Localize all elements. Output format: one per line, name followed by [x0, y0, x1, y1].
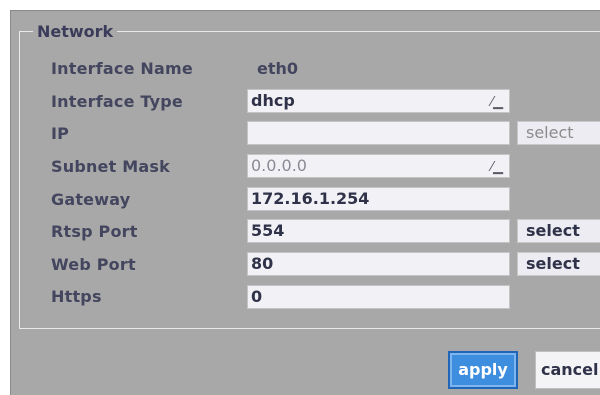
gateway-label: Gateway	[51, 190, 131, 209]
apply-button[interactable]: apply	[448, 351, 518, 389]
gateway-input[interactable]: 172.16.1.254	[247, 187, 510, 211]
web-port-label: Web Port	[51, 255, 136, 274]
web-port-select-button[interactable]: select	[517, 252, 600, 276]
group-title: Network	[33, 22, 118, 42]
interface-name-value: eth0	[257, 59, 299, 78]
rtsp-port-input[interactable]: 554	[247, 219, 510, 243]
https-label: Https	[51, 287, 102, 306]
network-settings-panel: Network Interface Name eth0 Interface Ty…	[10, 10, 600, 395]
rtsp-port-select-button[interactable]: select	[517, 219, 600, 243]
dropdown-arrow-icon[interactable]: ⁄▁	[491, 92, 503, 112]
subnet-mask-value: 0.0.0.0	[251, 156, 307, 175]
interface-name-label: Interface Name	[51, 59, 193, 78]
subnet-mask-select[interactable]: 0.0.0.0 ⁄▁	[247, 154, 510, 178]
web-port-input[interactable]: 80	[247, 252, 510, 276]
dropdown-arrow-icon[interactable]: ⁄▁	[491, 157, 503, 177]
ip-input[interactable]	[247, 121, 510, 145]
subnet-mask-label: Subnet Mask	[51, 157, 170, 176]
rtsp-port-label: Rtsp Port	[51, 222, 138, 241]
ip-label: IP	[51, 124, 70, 143]
interface-type-select[interactable]: dhcp ⁄▁	[247, 89, 510, 113]
ip-select-button[interactable]: select	[517, 121, 600, 145]
interface-type-value: dhcp	[251, 91, 295, 110]
cancel-button[interactable]: cancel	[535, 351, 600, 389]
https-input[interactable]: 0	[247, 285, 510, 309]
interface-type-label: Interface Type	[51, 92, 183, 111]
